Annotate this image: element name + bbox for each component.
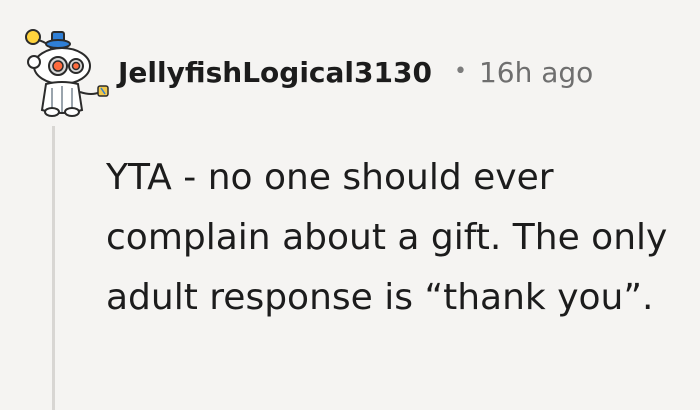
separator-dot: • (453, 58, 467, 84)
comment-header: JellyfishLogical3130 • 16h ago (118, 50, 593, 94)
snoo-avatar-icon[interactable] (22, 22, 114, 118)
thread-line[interactable] (52, 126, 55, 410)
comment-body: YTA - no one should ever complain about … (106, 157, 668, 318)
author-username[interactable]: JellyfishLogical3130 (118, 56, 432, 89)
comment: JellyfishLogical3130 • 16h ago YTA - no … (0, 0, 700, 410)
comment-timestamp[interactable]: 16h ago (479, 56, 593, 89)
